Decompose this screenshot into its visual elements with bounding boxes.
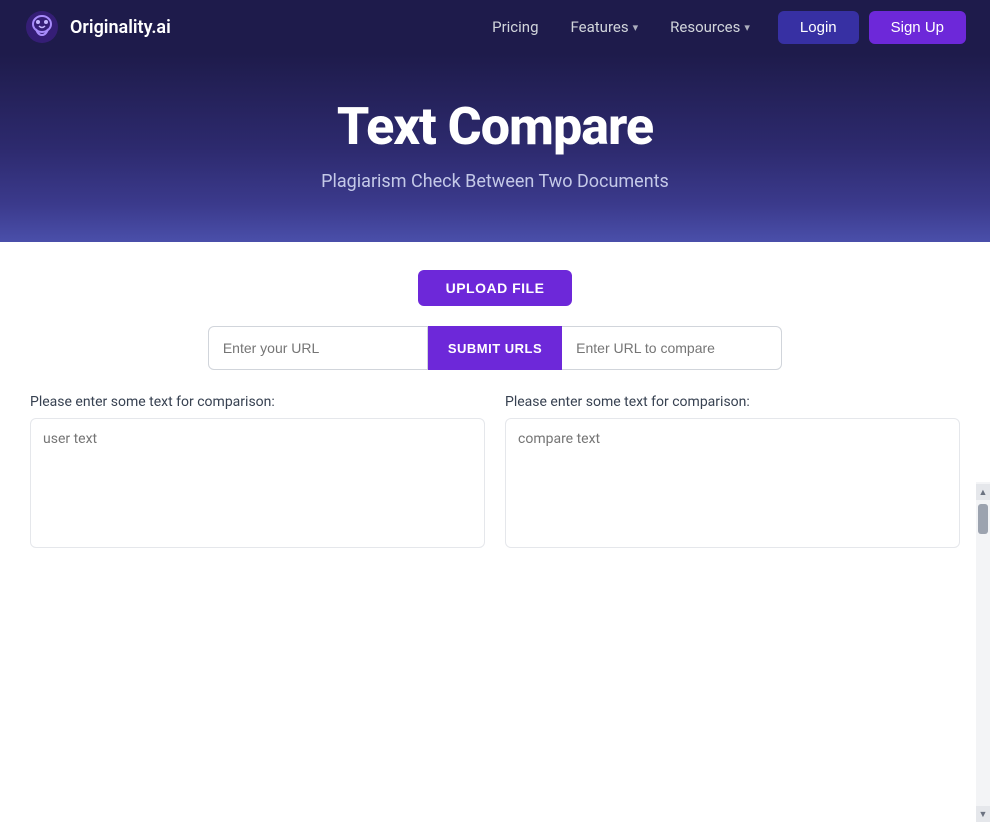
features-chevron-icon: ▾ [633, 21, 639, 34]
main-content: UPLOAD FILE SUBMIT URLS Please enter som… [0, 242, 990, 592]
nav-resources-label: Resources [670, 18, 740, 36]
brand-name: Originality.ai [70, 17, 171, 38]
scrollbar-thumb[interactable] [978, 504, 988, 534]
nav-features-label: Features [571, 18, 629, 36]
login-button[interactable]: Login [778, 11, 859, 44]
text-label-2: Please enter some text for comparison: [505, 394, 960, 410]
nav-buttons: Login Sign Up [778, 11, 966, 44]
page-title: Text Compare [20, 96, 970, 157]
text-label-1: Please enter some text for comparison: [30, 394, 485, 410]
scrollbar-up-arrow[interactable]: ▲ [976, 484, 990, 500]
upload-file-button[interactable]: UPLOAD FILE [418, 270, 573, 306]
nav-pricing-label: Pricing [492, 18, 538, 36]
brand-logo-icon [24, 9, 60, 45]
nav-item-features[interactable]: Features ▾ [559, 12, 651, 42]
logo-area: Originality.ai [24, 9, 480, 45]
navbar: Originality.ai Pricing Features ▾ Resour… [0, 0, 990, 54]
url-input-2[interactable] [562, 326, 782, 370]
nav-item-pricing[interactable]: Pricing [480, 12, 550, 42]
user-text-input[interactable] [30, 418, 485, 548]
submit-urls-button[interactable]: SUBMIT URLS [428, 326, 562, 370]
signup-button[interactable]: Sign Up [869, 11, 966, 44]
upload-row: UPLOAD FILE [30, 270, 960, 306]
scrollbar-down-arrow[interactable]: ▼ [976, 806, 990, 822]
text-area-col-2: Please enter some text for comparison: [505, 394, 960, 552]
text-area-col-1: Please enter some text for comparison: [30, 394, 485, 552]
nav-links: Pricing Features ▾ Resources ▾ [480, 12, 762, 42]
nav-item-resources[interactable]: Resources ▾ [658, 12, 762, 42]
url-input-1[interactable] [208, 326, 428, 370]
hero-section: Text Compare Plagiarism Check Between Tw… [0, 54, 990, 242]
text-areas-row: Please enter some text for comparison: P… [30, 394, 960, 552]
url-row: SUBMIT URLS [30, 326, 960, 370]
scrollbar-track: ▲ ▼ [976, 482, 990, 822]
page-subtitle: Plagiarism Check Between Two Documents [20, 171, 970, 192]
resources-chevron-icon: ▾ [744, 21, 750, 34]
compare-text-input[interactable] [505, 418, 960, 548]
